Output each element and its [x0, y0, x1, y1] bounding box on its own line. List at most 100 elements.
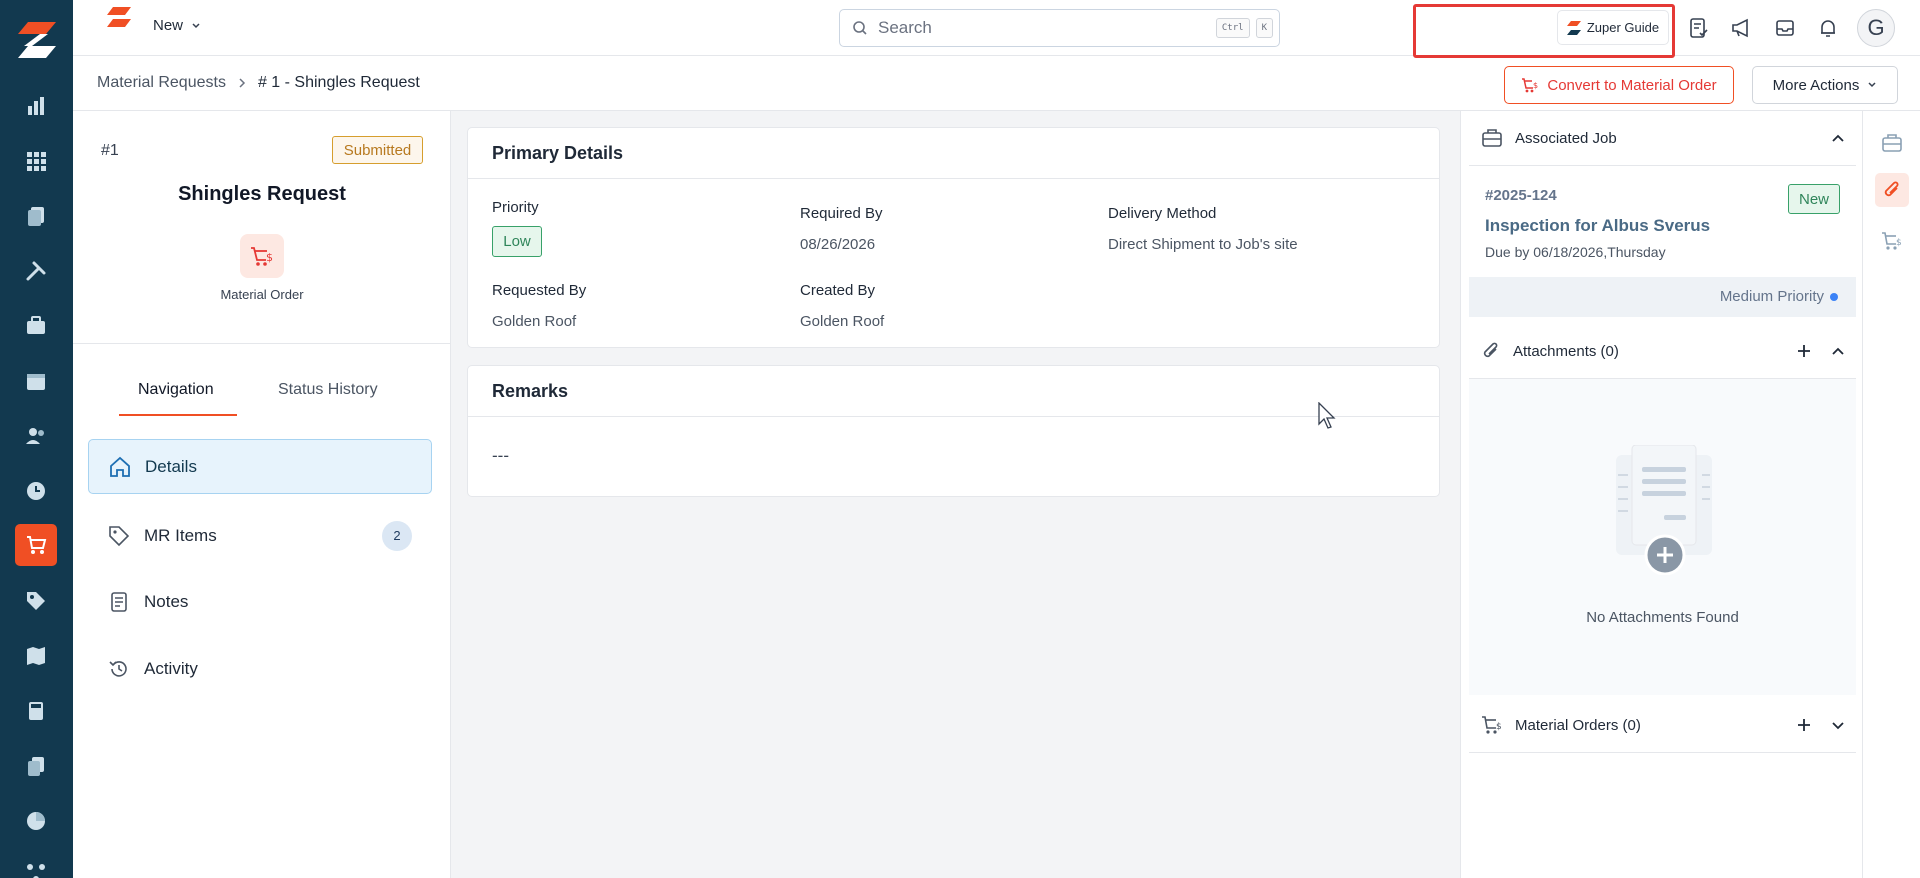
material-orders-header[interactable]: $ Material Orders (0)	[1469, 698, 1856, 753]
priority-badge: Low	[492, 226, 542, 257]
more-actions-button[interactable]: More Actions	[1752, 66, 1898, 104]
new-dropdown-button[interactable]: New	[153, 17, 201, 34]
job-priority-bar: Medium Priority	[1469, 277, 1856, 317]
breadcrumb-parent-link[interactable]: Material Requests	[97, 74, 226, 92]
convert-label: Convert to Material Order	[1547, 76, 1717, 94]
required-by-label: Required By	[800, 205, 883, 222]
tab-navigation[interactable]: Navigation	[138, 381, 214, 399]
primary-details-heading: Primary Details	[468, 128, 1439, 179]
nav-item-label: Details	[145, 456, 197, 476]
attachments-heading: Attachments (0)	[1513, 342, 1619, 360]
svg-text:$: $	[1533, 81, 1538, 90]
request-title: Shingles Request	[178, 183, 346, 205]
job-priority: Medium Priority	[1719, 288, 1824, 305]
job-briefcase-icon[interactable]	[1875, 126, 1909, 160]
avatar-initial: G	[1867, 15, 1885, 40]
job-title[interactable]: Inspection for Albus Sverus	[1485, 216, 1710, 236]
shortcut-k-key: K	[1255, 18, 1273, 38]
nav-item-label: Notes	[144, 591, 189, 611]
rail-documents-icon[interactable]	[15, 195, 57, 237]
rail-calculator-icon[interactable]	[15, 690, 57, 732]
active-tab-indicator	[119, 414, 237, 416]
global-search[interactable]: Search Ctrl K	[839, 9, 1280, 47]
requested-by-label: Requested By	[492, 282, 587, 299]
nav-item-details[interactable]: Details	[88, 439, 432, 494]
shortcut-ctrl-key: Ctrl	[1215, 18, 1250, 38]
rail-files-icon[interactable]	[15, 745, 57, 787]
rail-users-icon[interactable]	[15, 415, 57, 457]
search-input[interactable]: Search	[878, 18, 1216, 38]
empty-document-illustration-icon	[1604, 445, 1724, 575]
notification-bell-icon[interactable]	[1815, 15, 1841, 41]
rail-tools-icon[interactable]	[15, 250, 57, 292]
chevron-up-icon[interactable]	[1828, 128, 1848, 148]
cart-dollar-icon: $	[1482, 716, 1502, 734]
chevron-up-icon[interactable]	[1828, 341, 1848, 361]
material-order-icon: $	[240, 234, 284, 278]
highlight-box	[1413, 4, 1675, 58]
delivery-method-label: Delivery Method	[1108, 205, 1217, 222]
add-attachment-plus-icon[interactable]	[1794, 341, 1814, 361]
remarks-value: ---	[492, 446, 509, 465]
attachments-header[interactable]: Attachments (0)	[1469, 324, 1856, 379]
svg-text:$: $	[266, 251, 273, 264]
rail-tag-icon[interactable]	[15, 580, 57, 622]
created-by-value: Golden Roof	[800, 313, 885, 330]
rail-workflow-icon[interactable]	[15, 852, 57, 878]
rail-jobs-briefcase-icon[interactable]	[15, 305, 57, 347]
remarks-heading: Remarks	[468, 366, 1439, 417]
tab-status-history[interactable]: Status History	[278, 381, 378, 399]
search-icon	[853, 21, 867, 35]
user-avatar[interactable]: G	[1857, 9, 1895, 47]
cart-dollar-icon: $	[1522, 78, 1538, 93]
associated-job-heading: Associated Job	[1515, 129, 1617, 147]
rail-map-icon[interactable]	[15, 635, 57, 677]
inbox-icon[interactable]	[1772, 15, 1798, 41]
chevron-right-icon	[239, 78, 246, 88]
rail-reports-pie-icon[interactable]	[15, 800, 57, 842]
tag-icon	[109, 525, 130, 546]
rail-apps-icon[interactable]	[15, 140, 57, 182]
nav-item-activity[interactable]: Activity	[88, 641, 432, 696]
primary-details-card: Primary Details Priority Low Required By…	[467, 127, 1440, 348]
chevron-down-icon[interactable]	[1828, 715, 1848, 735]
notes-icon	[111, 591, 127, 612]
job-number[interactable]: #2025-124	[1485, 187, 1557, 204]
convert-to-material-order-button[interactable]: $ Convert to Material Order	[1504, 66, 1734, 104]
rail-cart-icon[interactable]	[15, 524, 57, 566]
divider	[73, 343, 450, 344]
add-material-order-plus-icon[interactable]	[1794, 715, 1814, 735]
breadcrumb: Material Requests # 1 - Shingles Request	[97, 74, 420, 92]
more-actions-label: More Actions	[1772, 76, 1860, 94]
attachment-paperclip-icon[interactable]	[1875, 173, 1909, 207]
material-order-cart-icon[interactable]: $	[1875, 224, 1909, 258]
request-number: #1	[101, 142, 119, 159]
mouse-cursor-icon	[1318, 402, 1338, 430]
brand-mark-icon	[107, 7, 131, 27]
nav-item-mr-items[interactable]: MR Items 2	[88, 508, 432, 563]
paperclip-icon	[1483, 342, 1498, 358]
job-status-badge: New	[1788, 184, 1840, 214]
chevron-down-icon	[1868, 82, 1876, 88]
associated-job-header[interactable]: Associated Job	[1469, 111, 1856, 166]
chevron-down-icon	[192, 22, 200, 28]
svg-text:$: $	[1496, 722, 1502, 732]
rail-calendar-icon[interactable]	[15, 360, 57, 402]
announcement-megaphone-icon[interactable]	[1729, 15, 1755, 41]
rail-timesheet-clock-icon[interactable]	[15, 470, 57, 512]
remarks-card: Remarks ---	[467, 365, 1440, 497]
priority-dot-icon	[1830, 292, 1838, 301]
delivery-method-value: Direct Shipment to Job's site	[1108, 236, 1298, 253]
mr-items-count-badge: 2	[382, 520, 412, 551]
no-attachments-text: No Attachments Found	[1586, 609, 1739, 626]
required-by-value: 08/26/2026	[800, 236, 876, 253]
right-info-panel: Associated Job #2025-124 New Inspection …	[1460, 111, 1863, 878]
checklist-icon[interactable]	[1686, 15, 1712, 41]
request-type-label: Material Order	[220, 287, 304, 302]
nav-item-label: Activity	[144, 658, 198, 678]
zuper-logo[interactable]	[18, 22, 56, 58]
nav-item-notes[interactable]: Notes	[88, 574, 432, 629]
rail-dashboard-icon[interactable]	[15, 85, 57, 127]
history-icon	[109, 660, 127, 677]
status-badge: Submitted	[332, 136, 423, 164]
